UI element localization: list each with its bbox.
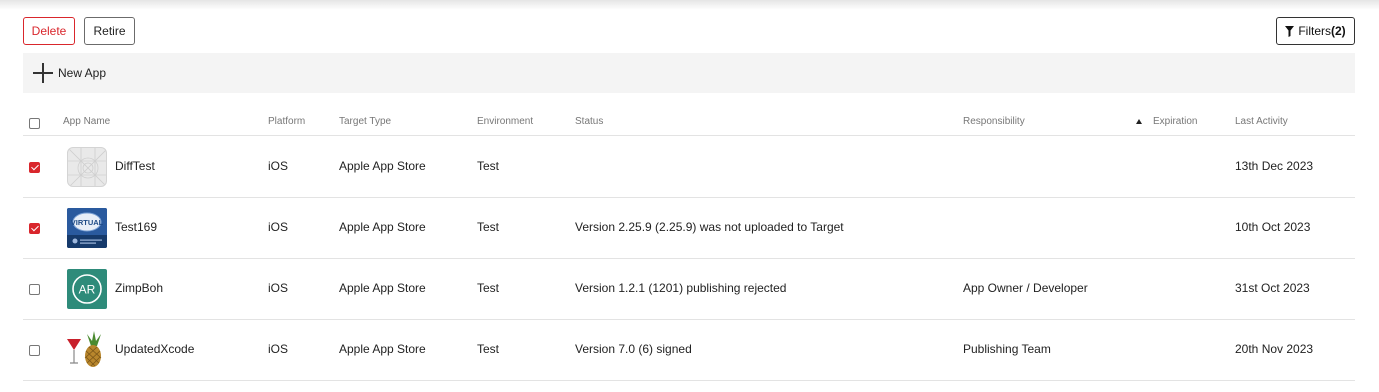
column-header-environment[interactable]: Environment — [477, 116, 533, 127]
table-row[interactable]: AR ZimpBoh iOS Apple App Store Test Vers… — [23, 258, 1355, 320]
placeholder-app-icon — [67, 147, 107, 187]
sort-ascending-icon[interactable] — [1136, 119, 1142, 124]
target-type: Apple App Store — [339, 159, 426, 173]
row-checkbox[interactable] — [29, 162, 40, 173]
environment: Test — [477, 342, 500, 356]
retire-button[interactable]: Retire — [84, 17, 135, 45]
last-activity: 10th Oct 2023 — [1235, 220, 1311, 234]
row-checkbox[interactable] — [29, 284, 40, 295]
target-type: Apple App Store — [339, 281, 426, 295]
app-name[interactable]: ZimpBoh — [115, 281, 163, 295]
platform: iOS — [268, 281, 289, 295]
target-type: Apple App Store — [339, 342, 426, 356]
column-header-status[interactable]: Status — [575, 116, 603, 127]
column-header-last-activity[interactable]: Last Activity — [1235, 116, 1288, 127]
environment: Test — [477, 159, 500, 173]
filter-funnel-icon — [1285, 25, 1295, 37]
row-checkbox[interactable] — [29, 223, 40, 234]
virtual-app-icon: VIRTUAL — [67, 208, 107, 248]
table-header: App Name Platform Target Type Environmen… — [23, 108, 1355, 136]
last-activity: 20th Nov 2023 — [1235, 342, 1314, 356]
column-header-platform[interactable]: Platform — [268, 116, 305, 127]
filters-label: Filters — [1298, 24, 1331, 38]
column-header-app-name[interactable]: App Name — [63, 116, 110, 127]
last-activity: 13th Dec 2023 — [1235, 159, 1314, 173]
plus-icon — [33, 63, 53, 83]
platform: iOS — [268, 159, 289, 173]
table-row[interactable]: VIRTUAL Test169 iOS Apple App Store Test… — [23, 197, 1355, 259]
column-header-target-type[interactable]: Target Type — [339, 116, 391, 127]
target-type: Apple App Store — [339, 220, 426, 234]
ar-app-icon: AR — [67, 269, 107, 309]
select-all-checkbox[interactable] — [29, 118, 40, 129]
status: Version 7.0 (6) signed — [575, 342, 692, 356]
filters-count: (2) — [1331, 24, 1346, 38]
status: Version 1.2.1 (1201) publishing rejected — [575, 281, 787, 295]
filters-button[interactable]: Filters(2) — [1276, 17, 1355, 45]
environment: Test — [477, 220, 500, 234]
top-shadow — [0, 0, 1379, 10]
last-activity: 31st Oct 2023 — [1235, 281, 1310, 295]
new-app-bar[interactable]: New App — [23, 53, 1355, 93]
pineapple-cocktail-icon — [67, 330, 107, 370]
column-header-responsibility[interactable]: Responsibility — [963, 116, 1025, 127]
new-app-label: New App — [58, 66, 107, 80]
responsibility: App Owner / Developer — [963, 281, 1088, 295]
platform: iOS — [268, 220, 289, 234]
table-row[interactable]: UpdatedXcode iOS Apple App Store Test Ve… — [23, 319, 1355, 381]
app-name[interactable]: UpdatedXcode — [115, 342, 194, 356]
platform: iOS — [268, 342, 289, 356]
ar-icon-text: AR — [79, 283, 96, 297]
app-name[interactable]: DiffTest — [115, 159, 155, 173]
status: Version 2.25.9 (2.25.9) was not uploaded… — [575, 220, 844, 234]
virtual-icon-text: VIRTUAL — [71, 218, 104, 227]
column-header-expiration[interactable]: Expiration — [1153, 116, 1197, 127]
row-checkbox[interactable] — [29, 345, 40, 356]
app-name[interactable]: Test169 — [115, 220, 157, 234]
environment: Test — [477, 281, 500, 295]
responsibility: Publishing Team — [963, 342, 1051, 356]
table-row[interactable]: DiffTest iOS Apple App Store Test 13th D… — [23, 136, 1355, 198]
delete-button[interactable]: Delete — [23, 17, 75, 45]
